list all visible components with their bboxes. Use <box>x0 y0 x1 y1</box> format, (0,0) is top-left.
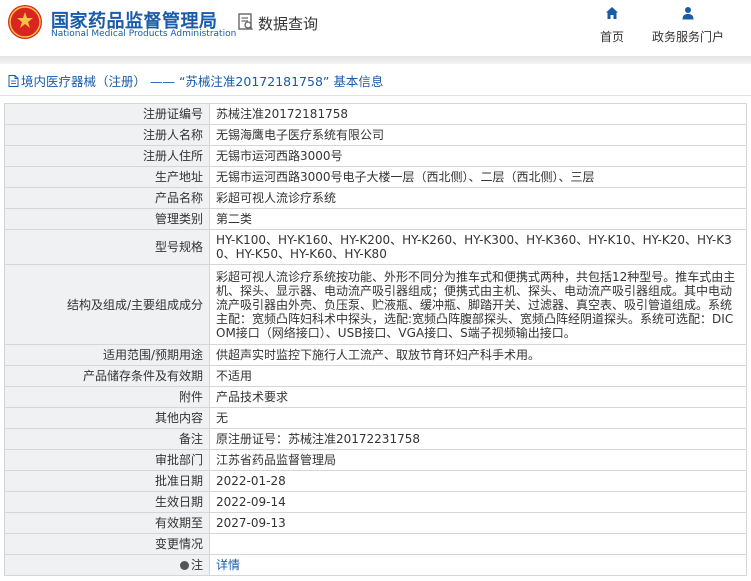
row-label: 变更情况 <box>4 533 210 555</box>
data-query-label: 数据查询 <box>258 14 319 33</box>
home-icon <box>596 6 628 22</box>
row-value: HY-K100、HY-K160、HY-K200、HY-K260、HY-K300、… <box>209 229 747 265</box>
row-label: 管理类别 <box>4 208 210 230</box>
user-icon <box>646 6 730 22</box>
row-value: 无锡市运河西路3000号 <box>209 145 747 167</box>
note-icon <box>179 561 189 570</box>
table-row: 适用范围/预期用途 供超声实时监控下施行人工流产、取放节育环妇产科手术用。 <box>4 344 747 366</box>
table-row: 生效日期 2022-09-14 <box>4 491 747 513</box>
table-row: 备注 原注册证号：苏械注准20172231758 <box>4 428 747 450</box>
row-label: 适用范围/预期用途 <box>4 344 210 366</box>
breadcrumb: 境内医疗器械（注册） —— “苏械注准20172181758” 基本信息 <box>0 66 751 96</box>
note-label-cell: 注 <box>4 554 210 576</box>
nav-service-portal[interactable]: 政务服务门户 <box>646 6 730 45</box>
note-value-cell: 详情 <box>209 554 747 576</box>
nav-home[interactable]: 首页 <box>596 6 628 45</box>
data-query-icon <box>238 12 254 34</box>
row-label: 批准日期 <box>4 470 210 492</box>
document-icon <box>8 74 19 87</box>
row-value: 供超声实时监控下施行人工流产、取放节育环妇产科手术用。 <box>209 344 747 366</box>
table-row: 注册人住所 无锡市运河西路3000号 <box>4 145 747 167</box>
row-label: 注册证编号 <box>4 103 210 125</box>
table-row: 批准日期 2022-01-28 <box>4 470 747 492</box>
row-label: 有效期至 <box>4 512 210 534</box>
row-label: 生效日期 <box>4 491 210 513</box>
table-row: 产品储存条件及有效期 不适用 <box>4 365 747 387</box>
row-label: 注册人名称 <box>4 124 210 146</box>
table-row: 管理类别 第二类 <box>4 208 747 230</box>
table-row: 产品名称 彩超可视人流诊疗系统 <box>4 187 747 209</box>
row-value: 不适用 <box>209 365 747 387</box>
row-label: 型号规格 <box>4 229 210 265</box>
row-label: 产品储存条件及有效期 <box>4 365 210 387</box>
table-row: 注册证编号 苏械注准20172181758 <box>4 103 747 125</box>
row-label: 附件 <box>4 386 210 408</box>
details-link[interactable]: 详情 <box>216 558 240 572</box>
data-query-heading: 数据查询 <box>238 12 318 34</box>
table-row: 有效期至 2027-09-13 <box>4 512 747 534</box>
row-value: 第二类 <box>209 208 747 230</box>
row-value <box>209 533 747 555</box>
row-value: 2027-09-13 <box>209 512 747 534</box>
row-value: 产品技术要求 <box>209 386 747 408</box>
row-label: 注册人住所 <box>4 145 210 167</box>
row-value: 江苏省药品监督管理局 <box>209 449 747 471</box>
row-value: 无锡市运河西路3000号电子大楼一层（西北侧）、二层（西北侧）、三层 <box>209 166 747 188</box>
table-row: 其他内容 无 <box>4 407 747 429</box>
row-value: 苏械注准20172181758 <box>209 103 747 125</box>
row-value: 原注册证号：苏械注准20172231758 <box>209 428 747 450</box>
table-row: 型号规格 HY-K100、HY-K160、HY-K200、HY-K260、HY-… <box>4 229 747 265</box>
row-value: 无锡海鹰电子医疗系统有限公司 <box>209 124 747 146</box>
row-value: 无 <box>209 407 747 429</box>
nav-home-label: 首页 <box>599 30 624 44</box>
site-header: 国家药品监督管理局 National Medical Products Admi… <box>0 0 751 56</box>
note-label: 注 <box>190 558 203 572</box>
note-row: 注 详情 <box>4 554 747 576</box>
table-row: 附件 产品技术要求 <box>4 386 747 408</box>
device-info-table: 注册证编号 苏械注准20172181758 注册人名称 无锡海鹰电子医疗系统有限… <box>4 103 747 576</box>
row-label: 结构及组成/主要组成成分 <box>4 264 210 345</box>
row-label: 其他内容 <box>4 407 210 429</box>
row-label: 生产地址 <box>4 166 210 188</box>
table-row: 生产地址 无锡市运河西路3000号电子大楼一层（西北侧）、二层（西北侧）、三层 <box>4 166 747 188</box>
table-row: 结构及组成/主要组成成分 彩超可视人流诊疗系统按功能、外形不同分为推车式和便携式… <box>4 264 747 345</box>
row-value: 彩超可视人流诊疗系统 <box>209 187 747 209</box>
row-value: 2022-09-14 <box>209 491 747 513</box>
header-divider <box>0 56 751 64</box>
table-row: 审批部门 江苏省药品监督管理局 <box>4 449 747 471</box>
nav-service-label: 政务服务门户 <box>651 30 724 44</box>
nmpa-emblem-icon <box>8 5 42 39</box>
breadcrumb-text: 境内医疗器械（注册） —— “苏械注准20172181758” 基本信息 <box>21 74 384 89</box>
table-row: 注册人名称 无锡海鹰电子医疗系统有限公司 <box>4 124 747 146</box>
row-label: 产品名称 <box>4 187 210 209</box>
row-label: 审批部门 <box>4 449 210 471</box>
row-value: 彩超可视人流诊疗系统按功能、外形不同分为推车式和便携式两种，共包括12种型号。推… <box>209 264 747 345</box>
row-value: 2022-01-28 <box>209 470 747 492</box>
table-row: 变更情况 <box>4 533 747 555</box>
site-title-en: National Medical Products Administration <box>51 29 237 39</box>
row-label: 备注 <box>4 428 210 450</box>
